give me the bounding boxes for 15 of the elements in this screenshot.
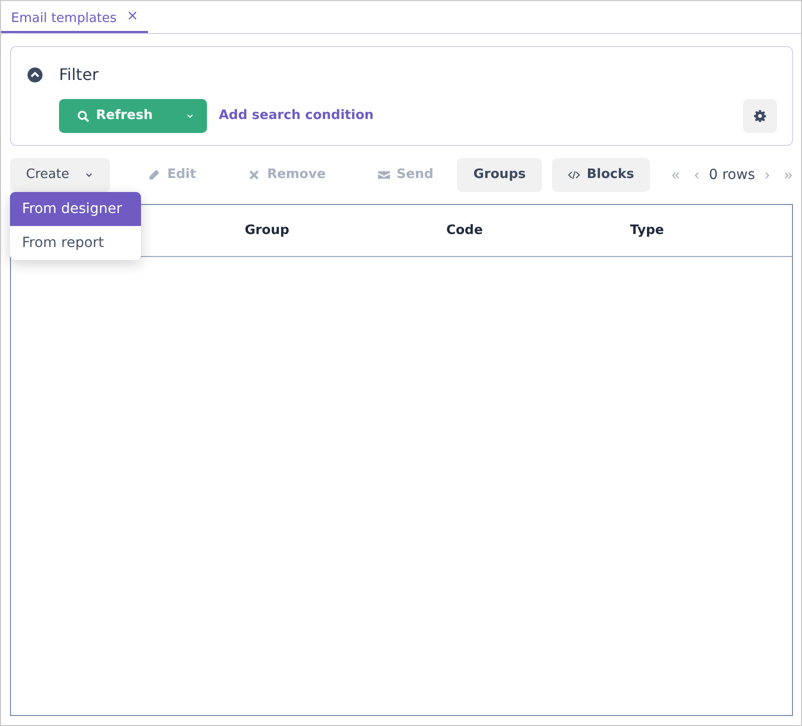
- menu-item[interactable]: From report: [10, 226, 141, 260]
- blocks-button[interactable]: Blocks: [552, 158, 650, 192]
- filter-label: Filter: [59, 64, 99, 86]
- create-button[interactable]: Create: [10, 158, 110, 192]
- tab[interactable]: Email templates ×: [1, 1, 148, 33]
- column-header[interactable]: Type: [630, 222, 664, 238]
- menu-item[interactable]: From designer: [10, 192, 141, 226]
- column-header[interactable]: Group: [244, 222, 290, 238]
- column-header[interactable]: Code: [446, 222, 483, 238]
- tab-label[interactable]: Email templates: [11, 9, 117, 31]
- groups-button[interactable]: Groups: [457, 158, 542, 192]
- refresh-button[interactable]: Refresh: [59, 99, 207, 133]
- add-condition-link[interactable]: Add search condition: [218, 106, 374, 126]
- row-count: 0 rows: [708, 166, 755, 184]
- close-button[interactable]: ×: [126, 9, 138, 31]
